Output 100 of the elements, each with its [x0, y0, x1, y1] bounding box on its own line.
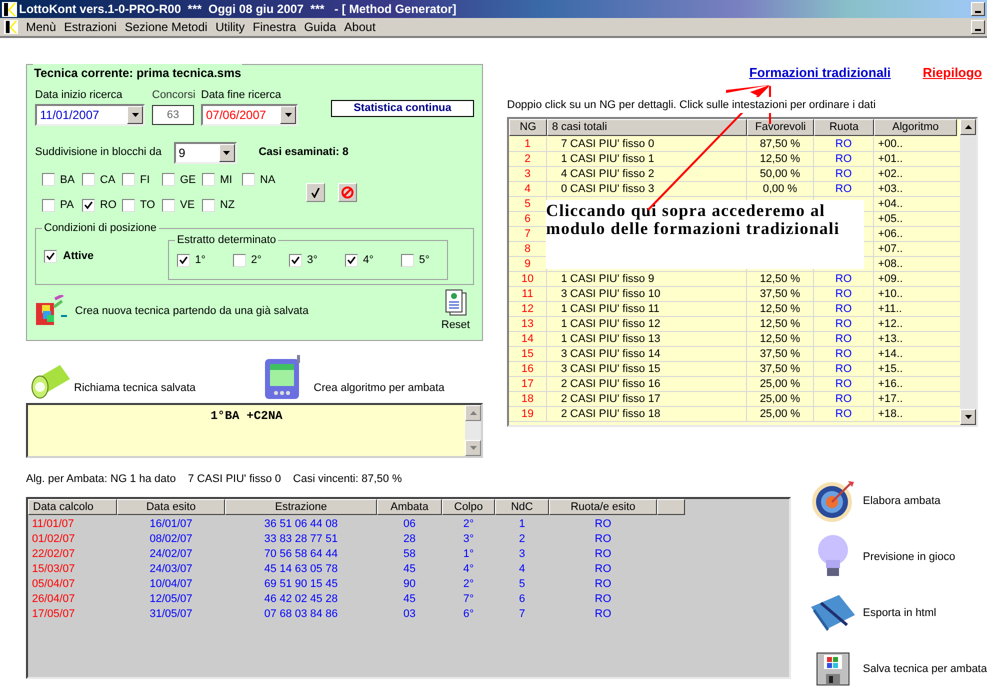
action-label[interactable]: Salva tecnica per ambata — [862, 660, 987, 678]
table-cell-text: +11.. — [877, 302, 903, 316]
table-cell-text: 4° — [462, 562, 475, 577]
column-header[interactable]: Ruota/e esito — [549, 499, 657, 515]
table-cell-text: 45 — [402, 592, 417, 607]
menu-item[interactable]: About — [340, 18, 380, 36]
table-cell-text: 1 — [518, 517, 526, 532]
menu-item[interactable]: Guida — [300, 18, 340, 36]
table-cell[interactable]: 10 — [509, 272, 547, 286]
table-cell-text: 28 — [402, 532, 417, 547]
panel-title: Tecnica corrente: prima tecnica.sms — [33, 64, 242, 82]
table-cell: 1 CASI PIU' fisso 12 — [547, 317, 747, 331]
window-title: LottoKont vers.1-0-PRO-R00 *** Oggi 08 giu 2007 *** - [ Method Generator] — [19, 1, 458, 18]
table-cell-text: +02.. — [877, 167, 904, 181]
link[interactable]: Formazioni tradizionali — [749, 63, 891, 82]
formula-box[interactable]: 1°BA +C2NA — [26, 402, 483, 458]
table-cell-text: RO — [594, 607, 612, 622]
table-cell-text: 3 — [518, 547, 526, 562]
action-label[interactable]: Richiama tecnica salvata — [74, 380, 196, 397]
column-header[interactable]: Data esito — [117, 499, 225, 515]
action-label[interactable]: Elabora ambata — [862, 492, 941, 510]
table-cell-text: 1° — [462, 547, 475, 562]
checkbox-label: BA — [60, 172, 75, 188]
table-cell-text: 07 68 03 84 86 — [263, 607, 339, 622]
table-cell-text: 15/03/07 — [31, 562, 76, 577]
table-cell: 12,50 % — [747, 302, 814, 316]
hint-text: Doppio click su un NG per dettagli. Click sulle intestazioni per ordinare i dati — [507, 96, 876, 113]
table-cell: 12,50 % — [747, 332, 814, 346]
table-cell: RO — [814, 362, 874, 376]
column-header[interactable]: NG — [509, 119, 547, 136]
column-header[interactable]: Colpo — [442, 499, 495, 515]
table-cell-text: +15.. — [877, 362, 904, 376]
table-cell: 1 CASI PIU' fisso 9 — [547, 272, 747, 286]
table-cell-text: 58 — [402, 547, 417, 562]
column-header[interactable]: Ruota — [814, 119, 874, 136]
column-header[interactable]: Ambata — [377, 499, 442, 515]
menu-item[interactable]: Menù — [22, 18, 60, 36]
column-header[interactable]: Estrazione — [225, 499, 377, 515]
table-cell: 0,00 % — [747, 182, 814, 196]
table-cell[interactable]: 16 — [509, 362, 547, 376]
table-cell-text: 2° — [462, 577, 475, 592]
cases-count: Casi esaminati: 8 — [258, 145, 348, 160]
checkbox-label: 3° — [307, 252, 318, 268]
summary-text: Alg. per Ambata: NG 1 ha dato — [26, 472, 176, 487]
table-cell[interactable]: 12 — [509, 302, 547, 316]
table-cell-text: RO — [594, 547, 612, 562]
table-cell: RO — [814, 302, 874, 316]
table-cell-text: +17.. — [877, 392, 904, 406]
table-cell-text: 2° — [462, 517, 475, 532]
table-cell[interactable]: 13 — [509, 317, 547, 331]
summary-text: 7 CASI PIU' fisso 0 — [188, 472, 282, 487]
column-header[interactable]: Algoritmo — [874, 119, 957, 136]
table-cell-text: +08.. — [877, 257, 904, 271]
action-label[interactable]: Previsione in gioco — [862, 548, 956, 566]
table-cell[interactable]: 17 — [509, 377, 547, 391]
menu-item[interactable]: Finestra — [248, 18, 300, 36]
table-cell-text: +03.. — [877, 182, 904, 196]
table-cell-text: RO — [594, 577, 612, 592]
action-label[interactable]: Crea algoritmo per ambata — [314, 380, 445, 397]
table-cell[interactable]: 14 — [509, 332, 547, 346]
menu-item[interactable]: Estrazioni — [60, 18, 121, 36]
table-cell: 37,50 % — [747, 347, 814, 361]
link[interactable]: Riepilogo — [922, 63, 982, 82]
checkbox-label: 2° — [251, 252, 262, 268]
table-cell[interactable]: 15 — [509, 347, 547, 361]
table-cell[interactable]: 3 — [509, 167, 547, 181]
table-cell[interactable]: 4 — [509, 182, 547, 196]
table-cell-text: +05.. — [877, 212, 904, 226]
table-cell: RO — [814, 377, 874, 391]
table-cell: RO — [814, 152, 874, 166]
field-label: Data inizio ricerca — [35, 88, 124, 103]
menu-item[interactable]: Sezione Metodi — [120, 18, 212, 36]
statistics-button[interactable]: Statistica continua — [331, 100, 474, 117]
checkbox-label: RO — [100, 198, 116, 213]
table-cell-text: 7° — [462, 592, 475, 607]
column-header[interactable]: 8 casi totali — [547, 119, 747, 136]
checkbox-label: NA — [260, 172, 276, 188]
checkbox-label: GE — [180, 172, 196, 188]
table-cell-text: 46 42 02 45 28 — [263, 592, 339, 607]
date-field[interactable]: 07/06/2007 — [201, 104, 298, 126]
table-cell-text: 6° — [462, 607, 475, 622]
action-label[interactable]: Esporta in html — [862, 604, 936, 622]
table-cell[interactable]: 18 — [509, 392, 547, 406]
field-label: Data fine ricerca — [201, 88, 282, 103]
table-cell-text: RO — [594, 517, 612, 532]
checkbox-label: MI — [220, 172, 232, 188]
reset-button[interactable]: Reset — [441, 288, 470, 333]
table-cell[interactable]: 11 — [509, 287, 547, 301]
table-cell[interactable]: 2 — [509, 152, 547, 166]
table-cell[interactable]: 19 — [509, 407, 547, 421]
column-header[interactable]: NdC — [495, 499, 549, 515]
table-cell[interactable]: 1 — [509, 137, 547, 151]
column-header[interactable]: Data calcolo — [28, 499, 117, 515]
table-cell-text: 06 — [402, 517, 417, 532]
date-field[interactable]: 11/01/2007 — [35, 104, 145, 126]
column-header[interactable]: Favorevoli — [747, 119, 814, 136]
table-cell-text: 26/04/07 — [31, 592, 76, 607]
menu-item[interactable]: Utility — [211, 18, 249, 36]
table-cell-text: 7 — [518, 607, 526, 622]
block-size-field[interactable]: 9 — [174, 142, 237, 164]
